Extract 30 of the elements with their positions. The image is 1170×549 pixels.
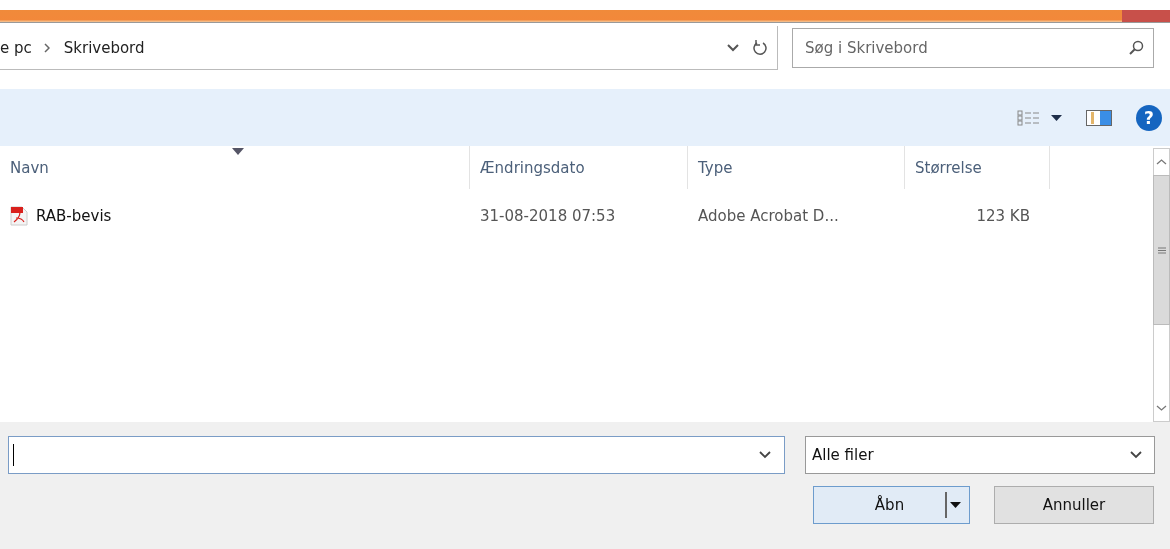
column-header[interactable]: Type xyxy=(688,146,905,189)
sort-arrow-icon xyxy=(231,148,244,155)
help-button[interactable]: ? xyxy=(1136,104,1162,131)
scroll-thumb[interactable] xyxy=(1153,175,1170,325)
preview-pane-icon[interactable] xyxy=(1086,109,1112,126)
file-type-dropdown[interactable]: Alle filer xyxy=(805,436,1155,474)
breadcrumb-item[interactable]: Skrivebord xyxy=(63,38,155,57)
open-button[interactable]: Åbn xyxy=(813,486,970,524)
cancel-button[interactable]: Annuller xyxy=(994,486,1154,524)
pdf-file-icon xyxy=(10,206,28,226)
dropdown-icon[interactable] xyxy=(1130,451,1142,459)
column-header[interactable]: Størrelse xyxy=(905,146,1050,189)
refresh-icon[interactable] xyxy=(753,39,767,56)
dropdown-icon[interactable] xyxy=(1051,114,1062,121)
table-cell-text: Adobe Acrobat D... xyxy=(697,207,840,225)
breadcrumb-item[interactable]: e pc xyxy=(0,38,42,57)
table-cell-text: 123 KB xyxy=(975,207,1031,225)
column-header[interactable]: Navn xyxy=(0,146,470,189)
scrollbar[interactable] xyxy=(1153,148,1170,422)
table-cell-text: 31-08-2018 07:53 xyxy=(479,207,617,225)
search-field[interactable]: Søg i Skrivebord xyxy=(792,28,1154,68)
search-icon[interactable] xyxy=(1128,40,1144,56)
dropdown-icon[interactable] xyxy=(759,451,771,459)
column-header[interactable]: Ændringsdato xyxy=(470,146,688,189)
address-bar[interactable]: e pc Skrivebord xyxy=(0,26,778,70)
dropdown-icon[interactable] xyxy=(950,502,961,508)
dropdown-icon[interactable] xyxy=(727,43,739,52)
file-name-field[interactable] xyxy=(8,436,785,474)
chevron-icon[interactable] xyxy=(43,42,50,53)
file-name[interactable]: RAB-bevis xyxy=(36,207,112,225)
